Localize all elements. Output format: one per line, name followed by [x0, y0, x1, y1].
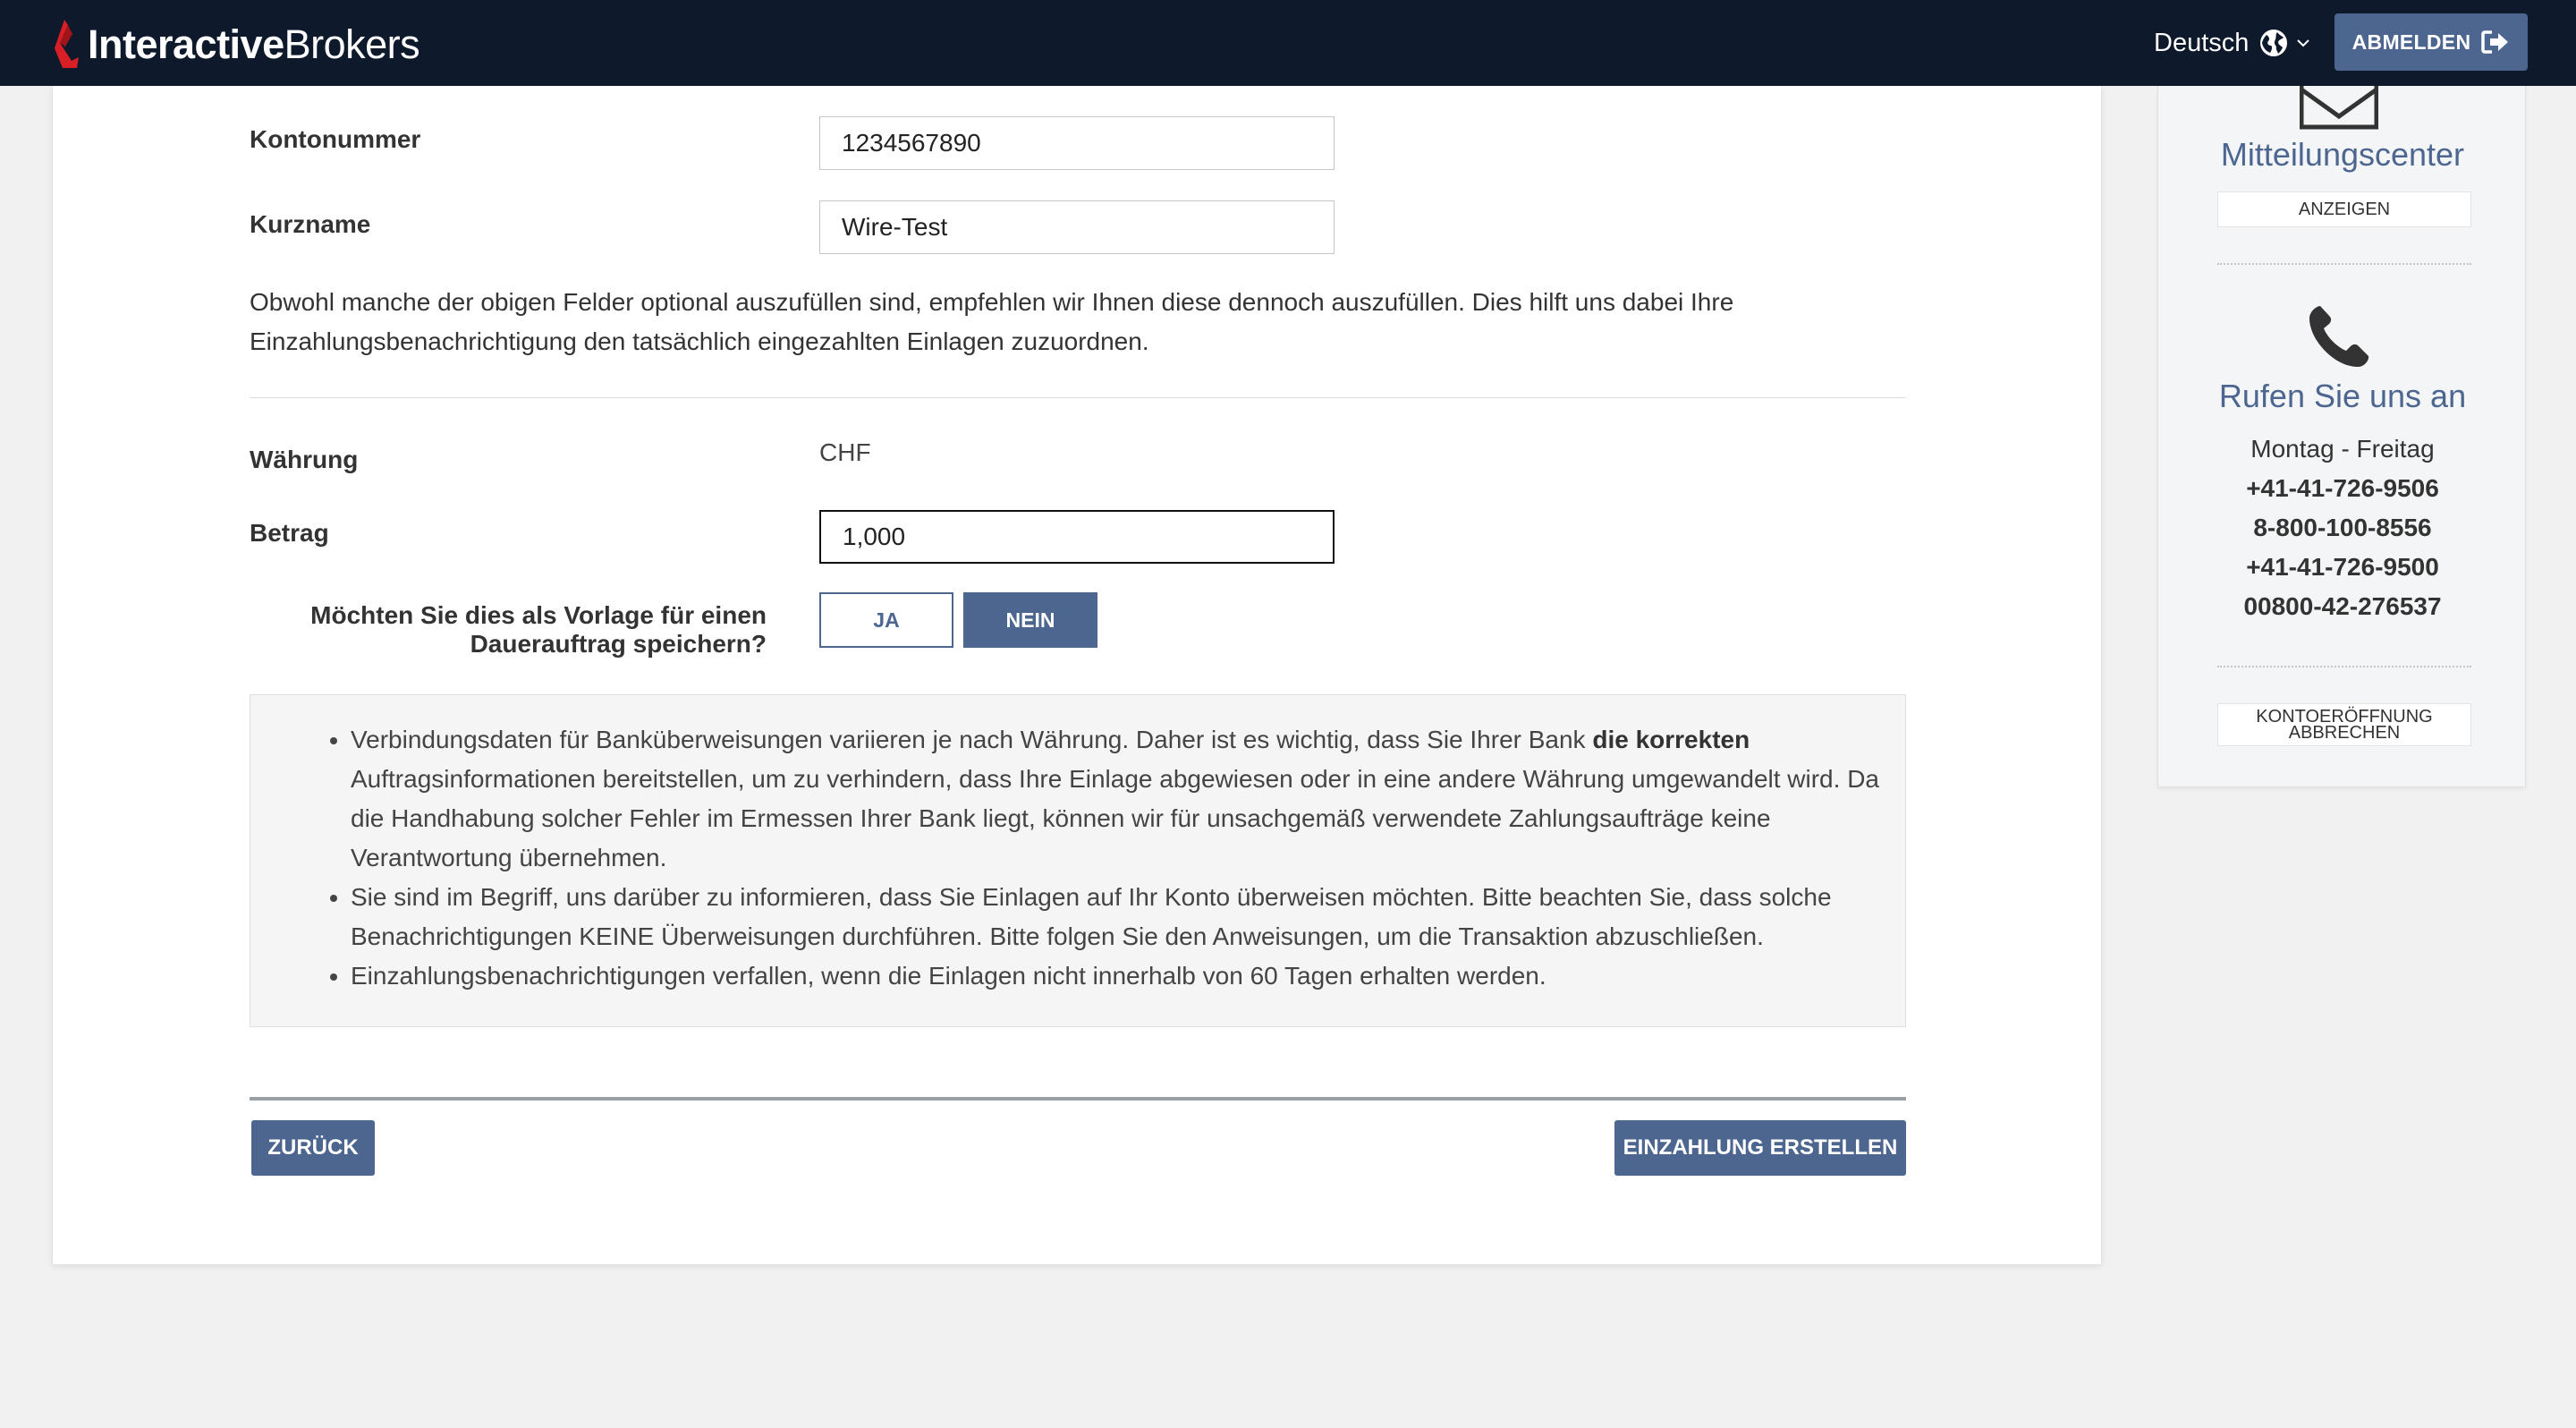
template-no-button[interactable]: NEIN	[963, 592, 1097, 648]
language-selector[interactable]: Deutsch	[2154, 25, 2311, 61]
cancel-label-line2: ABBRECHEN	[2288, 723, 2401, 743]
account-number-input[interactable]	[819, 116, 1335, 170]
currency-value: CHF	[819, 438, 871, 466]
sign-out-icon	[2481, 30, 2509, 54]
chevron-down-icon	[2297, 39, 2310, 47]
deposit-form-card: Kontonummer Kurzname Obwohl manche der o…	[52, 86, 2102, 1265]
amount-input[interactable]	[819, 510, 1335, 564]
info-item-expiry: Einzahlungsbenachrichtigungen verfallen,…	[351, 956, 1887, 996]
account-number-label: Kontonummer	[250, 125, 421, 153]
globe-icon	[2260, 30, 2288, 56]
logo-mark-icon	[55, 20, 79, 68]
logo-text-bold: Interactive	[88, 21, 284, 67]
logo-text-light: Brokers	[284, 21, 420, 67]
message-center-title: Mitteilungscenter	[2220, 136, 2465, 173]
back-button[interactable]: ZURÜCK	[251, 1120, 375, 1176]
info-item-notification: Sie sind im Begriff, uns darüber zu info…	[351, 878, 1887, 956]
top-navbar: InteractiveBrokers Deutsch ABMELDEN	[0, 0, 2576, 86]
call-us-title: Rufen Sie uns an	[2218, 378, 2467, 414]
sidebar-divider	[2217, 263, 2471, 265]
sidebar: Mitteilungscenter ANZEIGEN Rufen Sie uns…	[2157, 86, 2526, 787]
phone-number-4[interactable]: 00800-42-276537	[2158, 592, 2527, 621]
footer-divider	[250, 1097, 1906, 1101]
short-name-label: Kurzname	[250, 210, 371, 238]
phone-icon	[2309, 306, 2369, 367]
phone-number-1[interactable]: +41-41-726-9506	[2158, 474, 2527, 503]
info-list: Verbindungsdaten für Banküberweisungen v…	[351, 720, 1887, 996]
phone-number-2[interactable]: 8-800-100-8556	[2158, 514, 2527, 542]
logout-button[interactable]: ABMELDEN	[2334, 13, 2528, 71]
phone-number-3[interactable]: +41-41-726-9500	[2158, 553, 2527, 582]
optional-fields-note: Obwohl manche der obigen Felder optional…	[250, 288, 1734, 355]
language-label: Deutsch	[2154, 28, 2250, 57]
amount-label: Betrag	[250, 519, 329, 547]
view-messages-button[interactable]: ANZEIGEN	[2217, 191, 2471, 227]
template-yes-button[interactable]: JA	[819, 592, 953, 648]
create-deposit-button[interactable]: EINZAHLUNG ERSTELLEN	[1614, 1120, 1906, 1176]
currency-label: Währung	[250, 446, 359, 473]
section-divider	[250, 397, 1906, 398]
template-question: Möchten Sie dies als Vorlage für einen D…	[310, 601, 767, 658]
sidebar-divider	[2217, 666, 2471, 667]
business-hours: Montag - Freitag	[2250, 435, 2435, 463]
cancel-account-opening-button[interactable]: KONTOERÖFFNUNG ABBRECHEN	[2217, 703, 2471, 746]
interactive-brokers-logo[interactable]: InteractiveBrokers	[52, 18, 420, 72]
envelope-icon	[2300, 86, 2378, 130]
logout-label: ABMELDEN	[2351, 30, 2471, 54]
short-name-input[interactable]	[819, 200, 1335, 254]
info-item-bank-details: Verbindungsdaten für Banküberweisungen v…	[351, 720, 1887, 878]
info-box: Verbindungsdaten für Banküberweisungen v…	[250, 694, 1906, 1027]
